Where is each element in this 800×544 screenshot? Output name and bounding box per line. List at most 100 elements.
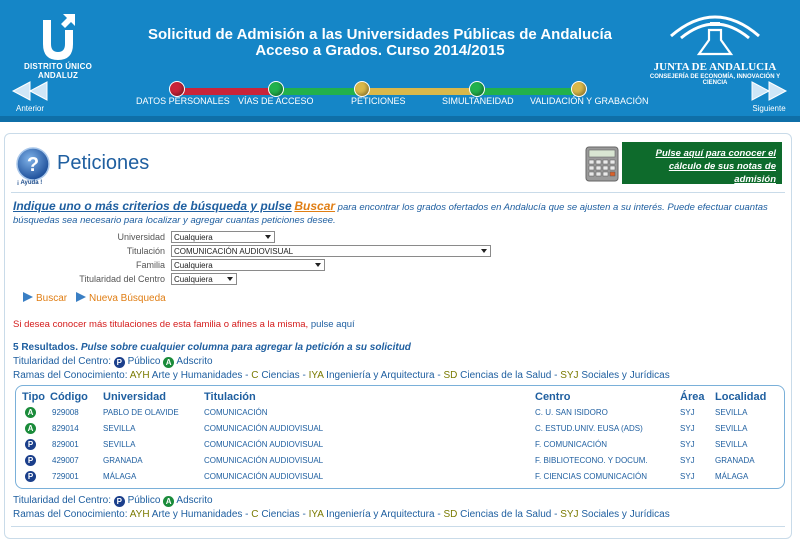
next-button[interactable]: Siguiente bbox=[744, 80, 794, 113]
search-instructions: Indique uno o más criterios de búsqueda … bbox=[13, 200, 783, 227]
step-dot-simultaneidad[interactable] bbox=[469, 81, 485, 97]
cell-centro[interactable]: F. COMUNICACIÓN bbox=[535, 440, 607, 449]
rama-code: AYH bbox=[129, 509, 150, 520]
familia-label: Familia bbox=[135, 260, 165, 270]
calculo-notas-link[interactable]: Pulse aquí para conocer el cálculo de su… bbox=[622, 142, 782, 185]
table-row[interactable]: P 829001 SEVILLA COMUNICACIÓN AUDIOVISUA… bbox=[16, 438, 782, 453]
cell-codigo[interactable]: 829014 bbox=[52, 424, 79, 433]
results-count: 5 Resultados. Pulse sobre cualquier colu… bbox=[13, 342, 411, 353]
step-label-vias-de-acceso[interactable]: VÍAS DE ACCESO bbox=[238, 96, 314, 106]
cell-localidad[interactable]: MÁLAGA bbox=[715, 472, 748, 481]
step-label-simultaneidad[interactable]: SIMULTANEIDAD bbox=[442, 96, 514, 106]
more-titulaciones-link[interactable]: Si desea conocer más titulaciones de est… bbox=[13, 319, 355, 330]
step-label-validacion[interactable]: VALIDACIÓN Y GRABACIÓN bbox=[530, 96, 649, 106]
instructions-buscar-link[interactable]: Buscar bbox=[294, 199, 335, 213]
universidad-select[interactable]: Cualquiera bbox=[171, 231, 275, 243]
junta-name: JUNTA DE ANDALUCIA bbox=[653, 61, 777, 73]
titulacion-select[interactable]: COMUNICACIÓN AUDIOVISUAL bbox=[171, 245, 491, 257]
header-title-line1: Solicitud de Admisión a las Universidade… bbox=[147, 26, 613, 43]
titulacion-label: Titulación bbox=[126, 246, 165, 256]
titularidad-select[interactable]: Cualquiera bbox=[171, 273, 237, 285]
step-segment-4 bbox=[476, 88, 581, 95]
table-row[interactable]: P 429007 GRANADA COMUNICACIÓN AUDIOVISUA… bbox=[16, 454, 782, 469]
cell-localidad[interactable]: SEVILLA bbox=[715, 408, 747, 417]
ramas-legend-label: Ramas del Conocimiento: bbox=[13, 370, 128, 381]
column-header-codigo: Código bbox=[50, 391, 88, 403]
cell-area[interactable]: SYJ bbox=[680, 472, 695, 481]
rama-name: Ciencias de la Salud bbox=[460, 370, 552, 381]
du-logo-icon bbox=[43, 14, 75, 60]
step-dot-peticiones[interactable] bbox=[354, 81, 370, 97]
titularidad-select-value: Cualquiera bbox=[174, 275, 213, 284]
step-label-datos-personales[interactable]: DATOS PERSONALES bbox=[136, 96, 230, 106]
previous-button[interactable]: Anterior bbox=[5, 80, 55, 113]
ramas-legend-top: Ramas del Conocimiento: AYH Arte y Human… bbox=[13, 370, 670, 381]
cell-centro[interactable]: C. U. SAN ISIDORO bbox=[535, 408, 608, 417]
step-segment-3 bbox=[361, 88, 476, 95]
cell-codigo[interactable]: 729001 bbox=[52, 472, 79, 481]
cell-universidad[interactable]: MÁLAGA bbox=[103, 472, 136, 481]
cell-area[interactable]: SYJ bbox=[680, 424, 695, 433]
cell-area[interactable]: SYJ bbox=[680, 408, 695, 417]
divider bbox=[11, 192, 785, 193]
cell-codigo[interactable]: 929008 bbox=[52, 408, 79, 417]
play-arrow-icon bbox=[76, 292, 86, 302]
step-dot-vias-de-acceso[interactable] bbox=[268, 81, 284, 97]
table-row[interactable]: A 829014 SEVILLA COMUNICACIÓN AUDIOVISUA… bbox=[16, 422, 782, 437]
double-right-arrow-icon bbox=[751, 81, 788, 101]
cell-localidad[interactable]: GRANADA bbox=[715, 456, 755, 465]
cell-codigo[interactable]: 429007 bbox=[52, 456, 79, 465]
column-header-area: Área bbox=[680, 391, 705, 403]
play-arrow-icon bbox=[23, 292, 33, 302]
filter-universidad-row: Universidad Cualquiera bbox=[5, 231, 793, 244]
help-label[interactable]: ¡ Ayuda ! bbox=[17, 180, 42, 186]
column-header-universidad: Universidad bbox=[103, 391, 166, 403]
buscar-button[interactable]: Buscar bbox=[23, 292, 67, 304]
cell-titulacion[interactable]: COMUNICACIÓN bbox=[204, 408, 268, 417]
cell-universidad[interactable]: PABLO DE OLAVIDE bbox=[103, 408, 179, 417]
step-dot-datos-personales[interactable] bbox=[169, 81, 185, 97]
tipo-badge-icon: A bbox=[25, 407, 36, 418]
cell-localidad[interactable]: SEVILLA bbox=[715, 440, 747, 449]
cell-centro[interactable]: F. BIBLIOTECONO. Y DOCUM. bbox=[535, 456, 648, 465]
cell-centro[interactable]: C. ESTUD.UNIV. EUSA (ADS) bbox=[535, 424, 643, 433]
cell-universidad[interactable]: GRANADA bbox=[103, 456, 143, 465]
cell-titulacion[interactable]: COMUNICACIÓN AUDIOVISUAL bbox=[204, 440, 323, 449]
table-row[interactable]: P 729001 MÁLAGA COMUNICACIÓN AUDIOVISUAL… bbox=[16, 470, 782, 485]
titularidad-legend-top: Titularidad del Centro: P Público A Adsc… bbox=[13, 356, 213, 368]
steps-progress-line bbox=[175, 88, 581, 95]
titularidad-legend-bottom: Titularidad del Centro: P Público A Adsc… bbox=[13, 495, 213, 507]
svg-text:?: ? bbox=[27, 154, 39, 176]
cell-titulacion[interactable]: COMUNICACIÓN AUDIOVISUAL bbox=[204, 472, 323, 481]
main-content: ? ¡ Ayuda ! Peticiones Pulse aquí para c… bbox=[4, 133, 792, 539]
chevron-down-icon bbox=[315, 263, 321, 267]
cell-localidad[interactable]: SEVILLA bbox=[715, 424, 747, 433]
cell-centro[interactable]: F. CIENCIAS COMUNICACIÓN bbox=[535, 472, 647, 481]
more-titulaciones-text: Si desea conocer más titulaciones de est… bbox=[13, 319, 309, 330]
cell-universidad[interactable]: SEVILLA bbox=[103, 424, 135, 433]
chevron-down-icon bbox=[481, 249, 487, 253]
cell-titulacion[interactable]: COMUNICACIÓN AUDIOVISUAL bbox=[204, 424, 323, 433]
step-segment-2 bbox=[275, 88, 361, 95]
distrito-unico-logo: DISTRITO ÚNICO ANDALUZ bbox=[8, 10, 108, 80]
calculator-icon[interactable] bbox=[585, 146, 619, 182]
question-mark-icon[interactable]: ? bbox=[15, 146, 51, 182]
tipo-badge-icon: P bbox=[25, 439, 36, 450]
chevron-down-icon bbox=[227, 277, 233, 281]
header-title-line2: Acceso a Grados. Curso 2014/2015 bbox=[255, 42, 505, 59]
table-row[interactable]: A 929008 PABLO DE OLAVIDE COMUNICACIÓN C… bbox=[16, 406, 782, 421]
cell-universidad[interactable]: SEVILLA bbox=[103, 440, 135, 449]
cell-area[interactable]: SYJ bbox=[680, 456, 695, 465]
titulacion-select-value: COMUNICACIÓN AUDIOVISUAL bbox=[174, 247, 294, 256]
ramas-legend-label: Ramas del Conocimiento: bbox=[13, 509, 128, 520]
pulse-aqui-link[interactable]: pulse aquí bbox=[308, 319, 355, 330]
familia-select[interactable]: Cualquiera bbox=[171, 259, 325, 271]
cell-codigo[interactable]: 829001 bbox=[52, 440, 79, 449]
nueva-busqueda-label: Nueva Búsqueda bbox=[89, 293, 166, 304]
cell-titulacion[interactable]: COMUNICACIÓN AUDIOVISUAL bbox=[204, 456, 323, 465]
cell-area[interactable]: SYJ bbox=[680, 440, 695, 449]
step-dot-validacion[interactable] bbox=[571, 81, 587, 97]
step-label-peticiones[interactable]: PETICIONES bbox=[351, 96, 406, 106]
bottom-divider bbox=[11, 526, 785, 527]
nueva-busqueda-button[interactable]: Nueva Búsqueda bbox=[76, 292, 166, 304]
